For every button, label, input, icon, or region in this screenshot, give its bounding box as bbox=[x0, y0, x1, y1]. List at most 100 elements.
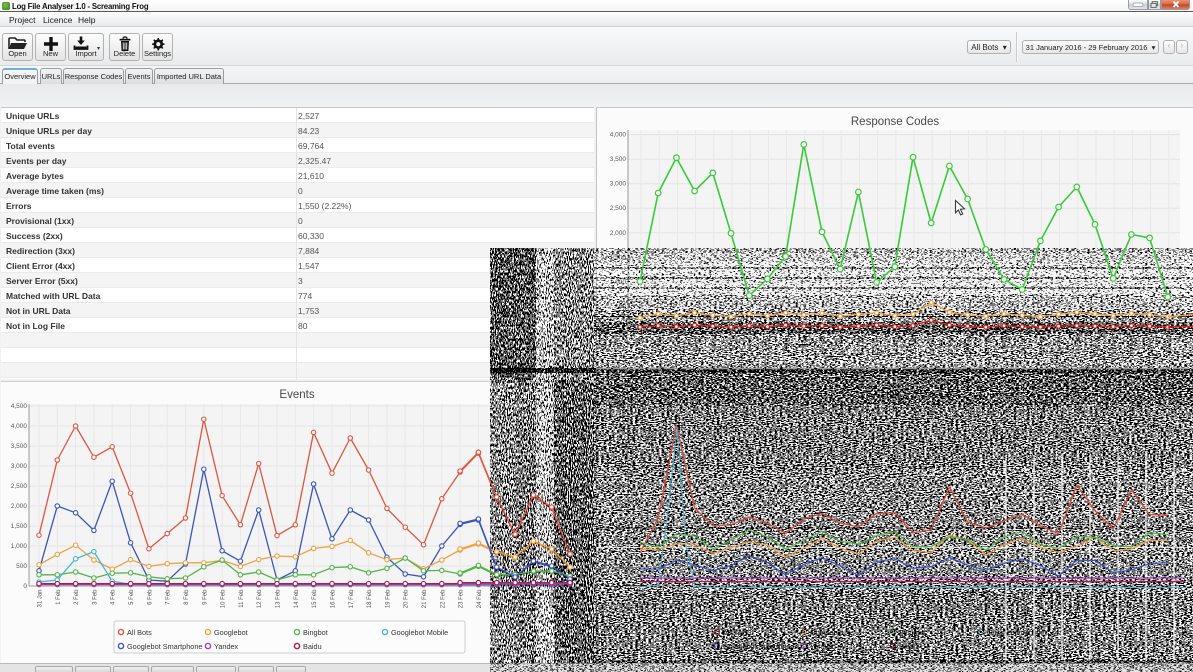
svg-text:9 Feb: 9 Feb bbox=[803, 590, 809, 606]
svg-text:800: 800 bbox=[615, 423, 626, 430]
svg-text:2 Feb: 2 Feb bbox=[675, 335, 681, 351]
svg-text:5 Feb: 5 Feb bbox=[730, 335, 736, 351]
svg-text:24 Feb: 24 Feb bbox=[1076, 335, 1082, 354]
svg-text:13 Feb: 13 Feb bbox=[876, 335, 882, 354]
svg-text:8 Feb: 8 Feb bbox=[785, 590, 791, 606]
svg-text:17 Feb: 17 Feb bbox=[349, 589, 355, 608]
svg-text:23 Feb: 23 Feb bbox=[459, 589, 465, 608]
svg-text:18 Feb: 18 Feb bbox=[367, 589, 373, 608]
svg-text:9 Feb: 9 Feb bbox=[803, 335, 809, 351]
svg-text:1 Feb: 1 Feb bbox=[56, 589, 62, 605]
svg-text:300: 300 bbox=[615, 523, 626, 530]
svg-text:Yandex: Yandex bbox=[214, 642, 239, 651]
svg-text:0: 0 bbox=[622, 328, 626, 335]
svg-text:5 Feb: 5 Feb bbox=[730, 590, 736, 606]
svg-text:3 Feb: 3 Feb bbox=[92, 589, 98, 605]
svg-text:14 Feb: 14 Feb bbox=[894, 590, 900, 609]
svg-text:15 Feb: 15 Feb bbox=[912, 335, 918, 354]
svg-text:26 Feb: 26 Feb bbox=[1112, 335, 1118, 354]
svg-text:600: 600 bbox=[615, 463, 626, 470]
svg-text:9 Feb: 9 Feb bbox=[202, 589, 208, 605]
svg-text:14 Feb: 14 Feb bbox=[894, 335, 900, 354]
svg-text:4,000: 4,000 bbox=[11, 423, 28, 430]
svg-text:19 Feb: 19 Feb bbox=[985, 590, 991, 609]
svg-text:26 Feb: 26 Feb bbox=[1112, 590, 1118, 609]
svg-text:18 Feb: 18 Feb bbox=[967, 590, 973, 609]
svg-text:1 Feb: 1 Feb bbox=[657, 335, 663, 351]
svg-text:700: 700 bbox=[615, 443, 626, 450]
svg-text:25 Feb: 25 Feb bbox=[1094, 335, 1100, 354]
svg-text:25 Feb: 25 Feb bbox=[495, 589, 501, 608]
svg-text:31 Jan: 31 Jan bbox=[639, 336, 645, 354]
svg-text:20 Feb: 20 Feb bbox=[404, 589, 410, 608]
svg-text:12 Feb: 12 Feb bbox=[857, 335, 863, 354]
svg-text:8 Feb: 8 Feb bbox=[184, 589, 190, 605]
svg-text:Response Codes: Response Codes bbox=[851, 116, 939, 128]
svg-text:1,500: 1,500 bbox=[610, 254, 627, 261]
svg-text:7 Feb: 7 Feb bbox=[166, 589, 172, 605]
svg-text:15 Feb: 15 Feb bbox=[912, 590, 918, 609]
svg-text:11 Feb: 11 Feb bbox=[839, 590, 845, 609]
svg-text:7 Feb: 7 Feb bbox=[766, 335, 772, 351]
svg-text:27 Feb: 27 Feb bbox=[532, 589, 538, 608]
svg-text:6 Feb: 6 Feb bbox=[748, 590, 754, 606]
svg-text:16 Feb: 16 Feb bbox=[930, 335, 936, 354]
svg-text:Googlebot Mobile: Googlebot Mobile bbox=[987, 628, 1044, 637]
svg-text:11 Feb: 11 Feb bbox=[839, 335, 845, 354]
svg-text:200: 200 bbox=[615, 543, 626, 550]
svg-text:8 Feb: 8 Feb bbox=[785, 335, 791, 351]
svg-text:20 Feb: 20 Feb bbox=[1003, 335, 1009, 354]
svg-text:6 Feb: 6 Feb bbox=[147, 589, 153, 605]
svg-text:15 Feb: 15 Feb bbox=[312, 589, 318, 608]
svg-text:31 Jan: 31 Jan bbox=[38, 590, 44, 608]
svg-text:Googlebot: Googlebot bbox=[214, 628, 248, 637]
svg-text:4,000: 4,000 bbox=[610, 132, 627, 139]
svg-text:10 Feb: 10 Feb bbox=[821, 590, 827, 609]
svg-text:17 Feb: 17 Feb bbox=[948, 335, 954, 354]
svg-text:13 Feb: 13 Feb bbox=[876, 590, 882, 609]
svg-text:24 Feb: 24 Feb bbox=[1076, 590, 1082, 609]
svg-text:27 Feb: 27 Feb bbox=[1130, 590, 1136, 609]
svg-text:2,500: 2,500 bbox=[11, 483, 28, 490]
svg-text:10 Feb: 10 Feb bbox=[221, 589, 227, 608]
svg-text:2,000: 2,000 bbox=[610, 230, 627, 237]
svg-text:1,000: 1,000 bbox=[610, 279, 627, 286]
svg-text:Bingbot: Bingbot bbox=[303, 628, 328, 637]
svg-text:23 Feb: 23 Feb bbox=[1058, 335, 1064, 354]
svg-text:2,000: 2,000 bbox=[11, 503, 28, 510]
svg-text:3 Feb: 3 Feb bbox=[694, 335, 700, 351]
svg-text:1 Feb: 1 Feb bbox=[657, 590, 663, 606]
svg-text:500: 500 bbox=[615, 483, 626, 490]
svg-text:1,000: 1,000 bbox=[11, 543, 28, 550]
svg-text:Baidu: Baidu bbox=[303, 642, 322, 651]
svg-text:20 Feb: 20 Feb bbox=[1003, 590, 1009, 609]
svg-text:22 Feb: 22 Feb bbox=[1039, 590, 1045, 609]
svg-text:3,000: 3,000 bbox=[610, 181, 627, 188]
svg-text:4,500: 4,500 bbox=[11, 403, 28, 410]
svg-text:All Bots: All Bots bbox=[127, 628, 152, 637]
svg-text:Googlebot Mobile: Googlebot Mobile bbox=[391, 628, 448, 637]
svg-text:3,500: 3,500 bbox=[610, 156, 627, 163]
svg-text:500: 500 bbox=[615, 303, 626, 310]
svg-text:2 Feb: 2 Feb bbox=[74, 589, 80, 605]
svg-text:4 Feb: 4 Feb bbox=[712, 335, 718, 351]
svg-text:28 Feb: 28 Feb bbox=[1149, 335, 1155, 354]
svg-text:5 Feb: 5 Feb bbox=[129, 589, 135, 605]
svg-text:25 Feb: 25 Feb bbox=[1094, 590, 1100, 609]
svg-text:URLs: URLs bbox=[881, 390, 910, 402]
svg-text:10 Feb: 10 Feb bbox=[821, 335, 827, 354]
svg-text:2,500: 2,500 bbox=[610, 205, 627, 212]
svg-text:22 Feb: 22 Feb bbox=[440, 589, 446, 608]
svg-text:400: 400 bbox=[615, 503, 626, 510]
svg-text:19 Feb: 19 Feb bbox=[985, 335, 991, 354]
svg-text:17 Feb: 17 Feb bbox=[948, 590, 954, 609]
svg-text:6 Feb: 6 Feb bbox=[748, 335, 754, 351]
svg-text:21 Feb: 21 Feb bbox=[422, 589, 428, 608]
svg-text:26 Feb: 26 Feb bbox=[514, 589, 520, 608]
svg-text:Events: Events bbox=[279, 389, 314, 401]
svg-text:2 Feb: 2 Feb bbox=[675, 590, 681, 606]
svg-text:100: 100 bbox=[615, 563, 626, 570]
svg-text:12 Feb: 12 Feb bbox=[857, 590, 863, 609]
svg-text:28 Feb: 28 Feb bbox=[550, 589, 556, 608]
svg-text:Googlebot Smartphone: Googlebot Smartphone bbox=[127, 642, 202, 651]
